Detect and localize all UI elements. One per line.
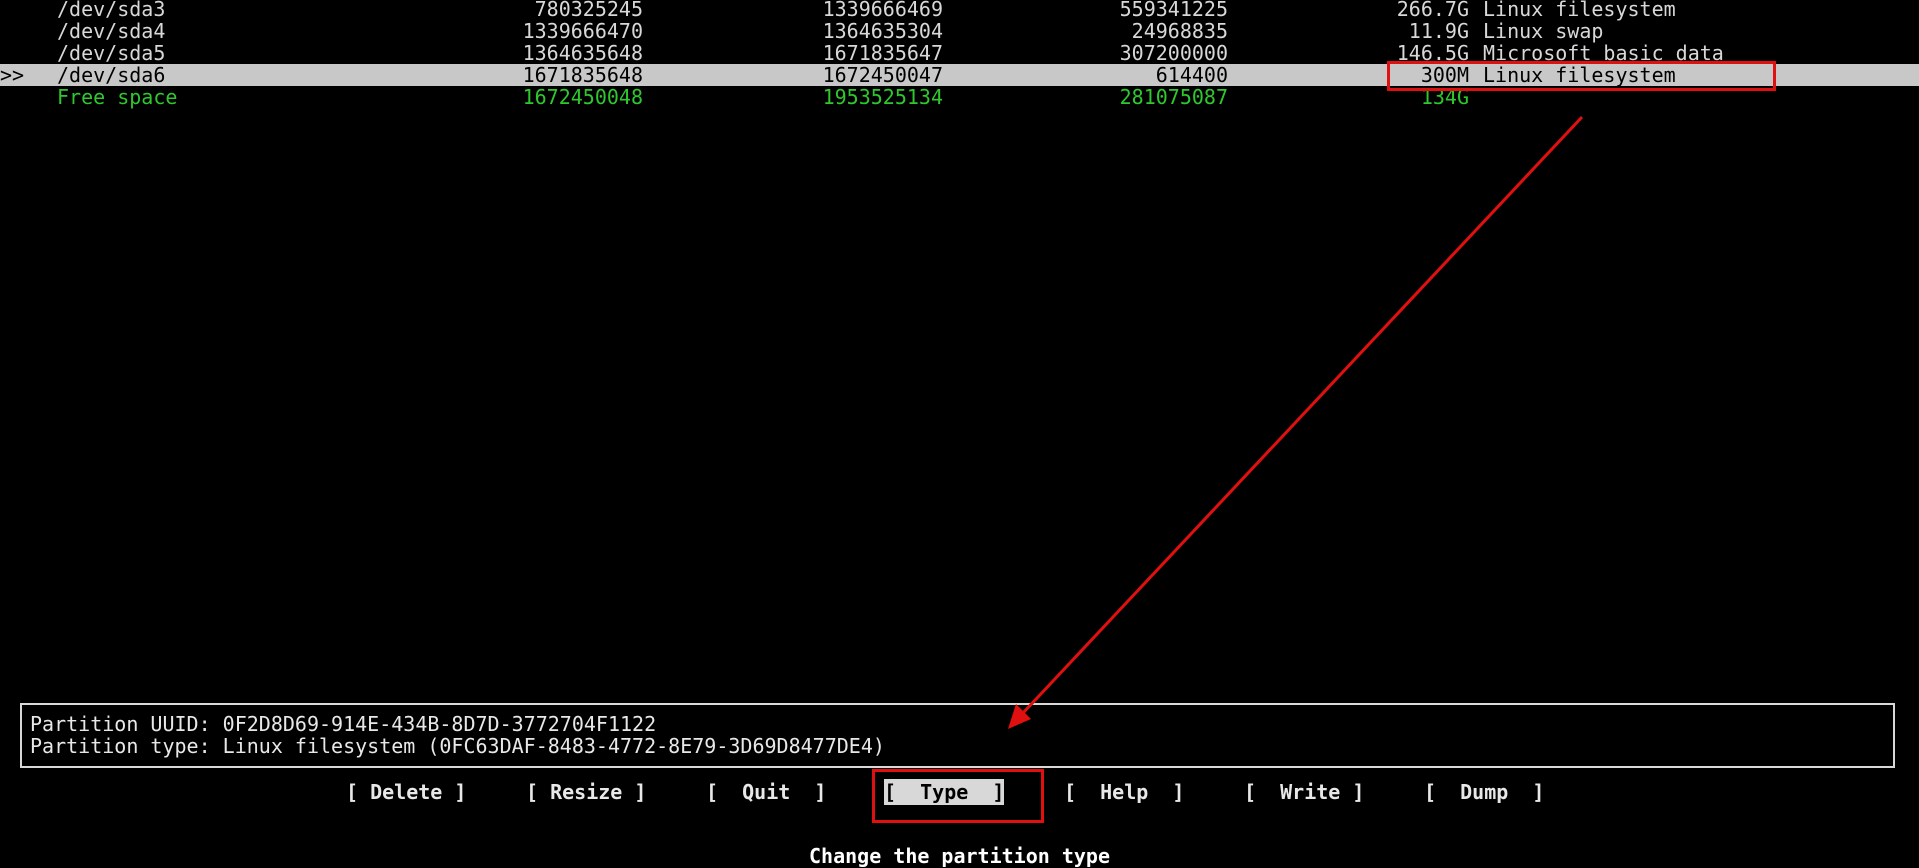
annotation-arrow-icon <box>1008 115 1584 729</box>
